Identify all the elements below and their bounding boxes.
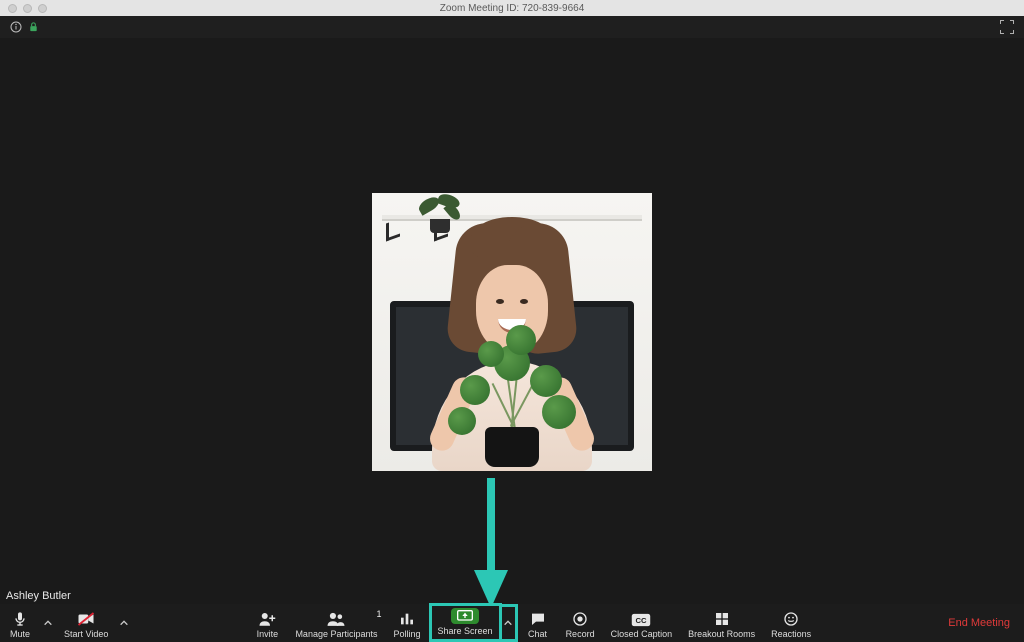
chevron-up-icon: [119, 618, 129, 628]
start-video-button[interactable]: Start Video: [56, 609, 116, 642]
minimize-window-dot[interactable]: [23, 4, 32, 13]
video-stage: Ashley Butler: [0, 38, 1024, 604]
invite-icon: [258, 611, 276, 627]
breakout-rooms-button[interactable]: Breakout Rooms: [680, 609, 763, 642]
closed-caption-label: Closed Caption: [611, 629, 673, 639]
svg-text:CC: CC: [636, 616, 648, 625]
mac-titlebar: Zoom Meeting ID: 720-839-9664: [0, 0, 1024, 16]
participant-video-tile[interactable]: [372, 193, 652, 471]
record-icon: [572, 611, 588, 627]
microphone-icon: [12, 611, 28, 627]
close-window-dot[interactable]: [8, 4, 17, 13]
reactions-icon: [783, 611, 799, 627]
meeting-topbar: [0, 16, 1024, 38]
share-screen-label: Share Screen: [438, 626, 493, 636]
start-video-label: Start Video: [64, 629, 108, 639]
meeting-toolbar: Mute Start Video Invite 1 Manage Partici…: [0, 604, 1024, 642]
encryption-lock-icon[interactable]: [28, 21, 39, 33]
record-button[interactable]: Record: [558, 609, 603, 642]
info-icon[interactable]: [10, 21, 22, 33]
window-title: Zoom Meeting ID: 720-839-9664: [440, 3, 585, 14]
zoom-window-dot[interactable]: [38, 4, 47, 13]
polling-icon: [399, 611, 415, 627]
chat-label: Chat: [528, 629, 547, 639]
breakout-rooms-label: Breakout Rooms: [688, 629, 755, 639]
participant-name-label: Ashley Butler: [0, 588, 77, 604]
chevron-up-icon: [43, 618, 53, 628]
mute-button[interactable]: Mute: [0, 609, 40, 642]
closed-caption-button[interactable]: CC Closed Caption: [603, 611, 681, 642]
annotation-arrow-icon: [474, 478, 508, 608]
invite-button[interactable]: Invite: [247, 609, 287, 642]
participants-count-badge: 1: [376, 609, 381, 619]
chat-button[interactable]: Chat: [518, 609, 558, 642]
share-options-caret[interactable]: [502, 604, 518, 642]
share-screen-button[interactable]: Share Screen: [429, 603, 502, 642]
participants-icon: [326, 611, 346, 627]
record-label: Record: [566, 629, 595, 639]
polling-label: Polling: [393, 629, 420, 639]
end-meeting-label: End Meeting: [948, 617, 1010, 629]
window-traffic-lights[interactable]: [8, 4, 47, 13]
chat-icon: [530, 611, 546, 627]
video-options-caret[interactable]: [116, 604, 132, 642]
reactions-button[interactable]: Reactions: [763, 609, 819, 642]
manage-participants-button[interactable]: 1 Manage Participants: [287, 609, 385, 642]
fullscreen-icon[interactable]: [1000, 20, 1014, 34]
audio-options-caret[interactable]: [40, 604, 56, 642]
share-screen-icon: [457, 610, 473, 622]
mute-label: Mute: [10, 629, 30, 639]
end-meeting-button[interactable]: End Meeting: [934, 617, 1024, 629]
video-off-icon: [77, 611, 95, 627]
closed-caption-icon: CC: [631, 613, 651, 627]
polling-button[interactable]: Polling: [385, 609, 428, 642]
chevron-up-icon: [503, 618, 513, 628]
invite-label: Invite: [257, 629, 279, 639]
reactions-label: Reactions: [771, 629, 811, 639]
breakout-rooms-icon: [714, 611, 730, 627]
manage-participants-label: Manage Participants: [295, 629, 377, 639]
